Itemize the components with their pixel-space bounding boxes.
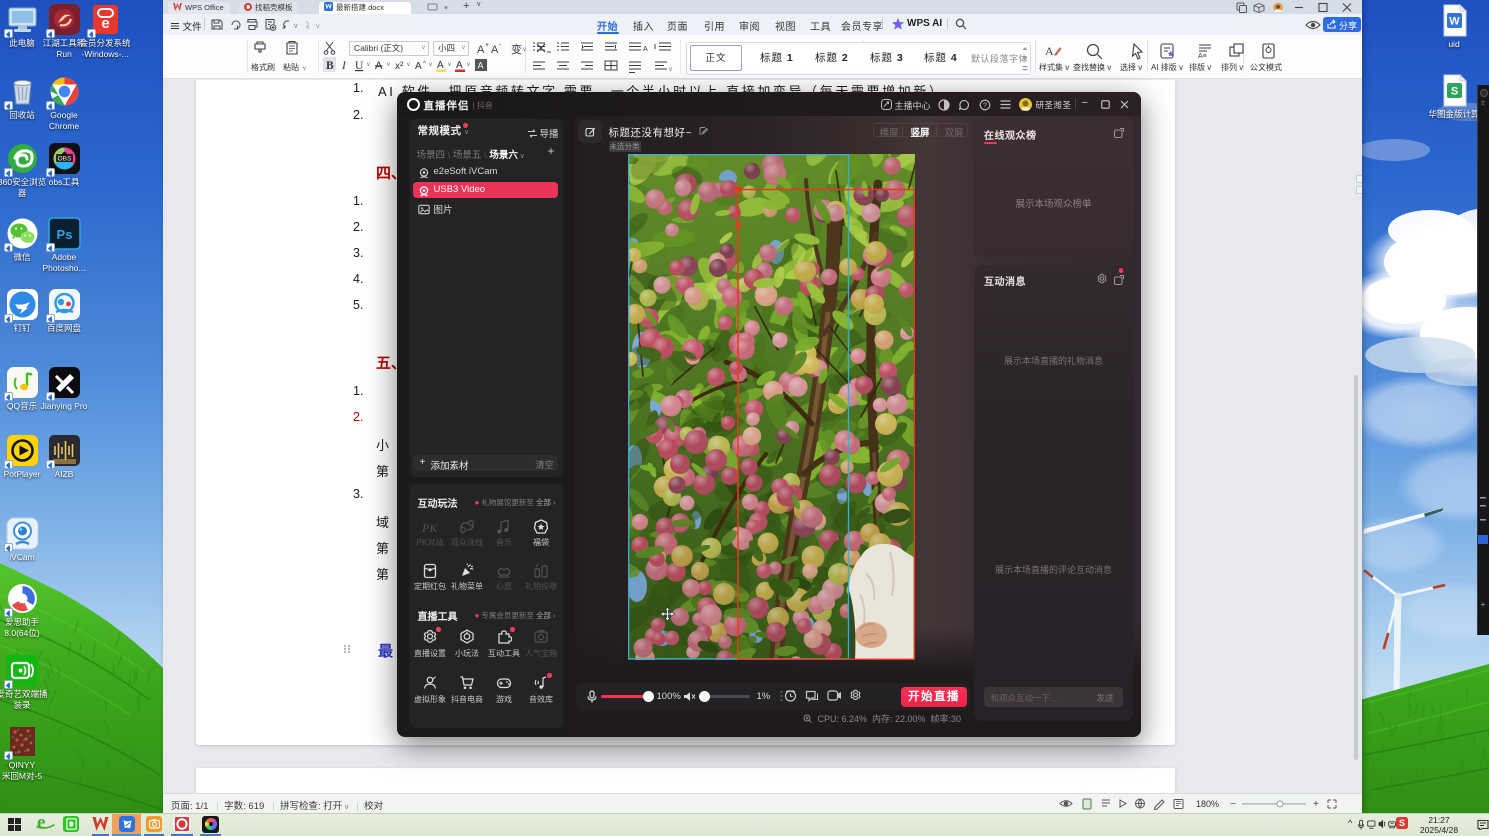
svg-text:文: 文 — [1480, 100, 1485, 107]
svg-text:v: v — [669, 67, 672, 73]
svg-text:S: S — [1450, 86, 1457, 98]
svg-text:变: 变 — [511, 42, 522, 56]
svg-text:−: − — [1230, 799, 1236, 810]
svg-text:+: + — [1481, 600, 1486, 609]
svg-text:+: + — [1313, 799, 1319, 810]
svg-text:?: ? — [983, 102, 987, 109]
svg-text:v: v — [303, 66, 306, 72]
svg-text:A: A — [478, 61, 484, 71]
svg-text:^: ^ — [423, 61, 426, 67]
svg-text:v: v — [294, 23, 298, 30]
svg-text:v: v — [316, 23, 320, 30]
svg-text:A: A — [437, 60, 444, 71]
svg-text:x²: x² — [395, 61, 404, 72]
svg-text:v: v — [367, 62, 370, 68]
svg-text:A≡: A≡ — [1198, 53, 1207, 60]
svg-text:A: A — [375, 60, 383, 72]
svg-text:Ps: Ps — [56, 227, 72, 242]
svg-text:v: v — [448, 62, 451, 68]
svg-text:v: v — [387, 62, 390, 68]
svg-text:A: A — [1045, 44, 1054, 58]
svg-text:v: v — [429, 62, 432, 68]
svg-text:W: W — [1449, 16, 1460, 28]
svg-text:OBS: OBS — [57, 156, 71, 163]
svg-text:I: I — [341, 60, 347, 72]
svg-text:+: + — [485, 42, 489, 49]
svg-text:A: A — [643, 46, 648, 53]
svg-text:180%: 180% — [1196, 799, 1219, 809]
svg-text:A: A — [456, 60, 463, 71]
svg-text:U: U — [355, 60, 364, 72]
svg-text:格式刷: 格式刷 — [251, 62, 275, 72]
svg-text:粘贴: 粘贴 — [283, 62, 299, 72]
svg-text:A: A — [415, 61, 422, 72]
svg-text:e: e — [101, 15, 109, 32]
svg-text:B: B — [326, 60, 334, 72]
svg-text:v: v — [407, 62, 410, 68]
svg-text:A: A — [491, 44, 499, 56]
svg-text:A: A — [477, 44, 485, 56]
svg-text:v: v — [523, 47, 526, 53]
svg-text:v: v — [467, 62, 470, 68]
svg-text:PK: PK — [422, 521, 438, 534]
svg-text:-: - — [499, 42, 502, 49]
